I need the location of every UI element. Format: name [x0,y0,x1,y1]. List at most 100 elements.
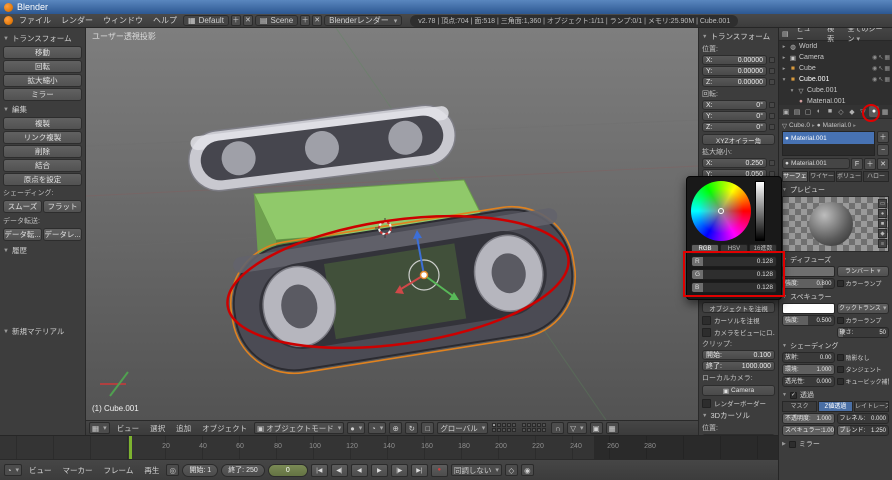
blue-slider[interactable]: B0.128 [691,282,777,293]
camera-to-view-checkbox[interactable]: カメラをビューにロ... [702,327,775,337]
current-frame-field[interactable]: 0 [268,464,308,477]
shade-smooth-button[interactable]: スムーズ [3,200,42,213]
layout-add-button[interactable]: ＋ [231,15,241,26]
outliner-row-material001[interactable]: ● Material.001 [779,96,892,105]
object-tab-icon[interactable]: ■ [825,106,835,117]
material-name-field[interactable]: ● Material.001 [782,158,850,169]
scene-tab-icon[interactable]: ▢ [803,106,813,117]
transparency-checkbox[interactable] [790,392,797,399]
specular-color-swatch[interactable] [782,303,835,314]
diffuse-color-swatch[interactable] [782,266,835,277]
manipulator-rotate-icon[interactable]: ↻ [405,422,418,434]
emit-slider[interactable]: 放射:0.00 [782,352,835,363]
shading-section-header[interactable]: シェーディング [782,341,889,351]
renderability-icon[interactable]: ▦ [884,76,890,83]
sync-mode-select[interactable]: 同調しない [451,464,502,476]
location-y-field[interactable]: Y:0.00000 [702,66,767,76]
layers-grid-1[interactable] [492,423,517,433]
preview-hair-icon[interactable]: ≡ [878,239,887,248]
specular-shader-select[interactable]: クックトランス [837,303,890,314]
rotation-y-field[interactable]: Y:0° [702,111,767,121]
green-slider[interactable]: G0.128 [691,269,777,280]
lock-icon[interactable] [769,79,775,85]
preview-range-icon[interactable]: ◎ [166,464,179,476]
transparency-raytrace-tab[interactable]: レイトレース [854,401,889,412]
vp-menu-add[interactable]: 追加 [172,423,195,434]
opengl-render-animation-icon[interactable]: ▦ [606,422,619,434]
outliner-row-cube[interactable]: ▸■ Cube ◉↖▦ [779,63,892,74]
mode-select[interactable]: ▣ オブジェクトモード [254,422,344,434]
specular-section-header[interactable]: スペキュラー [782,292,889,302]
slot-add-button[interactable]: ＋ [877,131,889,143]
picker-tab-hex[interactable]: 16進数 [749,244,777,254]
lock-to-object-field[interactable]: オブジェクトを注視 [702,302,775,313]
outliner-row-camera[interactable]: ▸▣ Camera ◉↖▦ [779,52,892,63]
new-material-button[interactable]: ＋ [864,158,876,170]
picker-tab-hsv[interactable]: HSV [720,244,748,254]
layout-delete-button[interactable]: ✕ [243,15,253,26]
unlink-material-button[interactable]: ✕ [877,158,889,170]
screen-layout-select[interactable]: ▦ Default [183,15,229,26]
play-button[interactable]: ▶ [371,464,388,477]
shadeless-checkbox[interactable]: 陰影なし [837,352,890,363]
render-tab-icon[interactable]: ▣ [781,106,791,117]
diffuse-section-header[interactable]: ディフューズ [782,255,889,265]
scale-x-field[interactable]: X:0.250 [702,158,767,168]
layers-grid-2[interactable] [522,423,547,433]
transparency-specular-slider[interactable]: スペキュラー:1.000 [782,425,835,436]
specular-intensity-slider[interactable]: 強度:0.500 [782,315,835,326]
rotation-x-field[interactable]: X:0° [702,100,767,110]
lock-icon[interactable] [769,102,775,108]
constraints-tab-icon[interactable]: ◇ [836,106,846,117]
renderability-icon[interactable]: ▦ [884,54,890,61]
menu-file[interactable]: ファイル [15,15,55,26]
diffuse-ramp-checkbox[interactable]: カラーランプ [837,278,890,289]
frame-start-field[interactable]: 開始:1 [182,464,218,477]
mirror-checkbox[interactable] [789,441,796,448]
value-slider[interactable] [755,181,765,241]
preview-sphere-icon[interactable]: ● [878,209,887,218]
breadcrumb-object[interactable]: Cube.0 [789,122,810,129]
snap-magnet-icon[interactable]: ∩ [551,422,564,434]
panel-edit-header[interactable]: 編集 [3,104,82,115]
translucency-slider[interactable]: 透光性:0.000 [782,376,835,387]
material-type-volume[interactable]: ボリュー [836,171,862,182]
ambient-slider[interactable]: 環境:1.000 [782,364,835,375]
frame-end-field[interactable]: 終了:250 [221,464,265,477]
timeline-ruler[interactable]: 20 40 60 80 100 120 140 160 180 200 220 … [0,435,778,459]
breadcrumb-material[interactable]: Material.0 [823,122,852,129]
menu-help[interactable]: ヘルプ [149,15,181,26]
titlebar[interactable]: Blender [0,0,892,14]
visibility-eye-icon[interactable]: ◉ [872,65,877,72]
texture-tab-icon[interactable]: ▦ [880,106,890,117]
render-border-checkbox[interactable]: レンダーボーダー [702,398,775,408]
mirror-button[interactable]: ミラー [3,88,82,101]
render-layers-tab-icon[interactable]: ▤ [792,106,802,117]
clip-end-field[interactable]: 終了:1000.000 [702,361,775,371]
outliner-row-cube001-data[interactable]: ▾▽ Cube.001 [779,85,892,96]
cubic-interpolation-checkbox[interactable]: キュービック補間 [837,376,890,387]
lock-icon[interactable] [769,57,775,63]
fake-user-button[interactable]: F [851,158,863,170]
data-tab-icon[interactable]: ▽ [858,106,868,117]
snap-element-select[interactable]: ▽ [567,422,586,434]
outliner-display-mode-select[interactable]: 全てのシーン [847,28,889,44]
mirror-section-header[interactable]: ミラー [782,439,889,449]
lock-icon[interactable] [769,113,775,119]
scene-delete-button[interactable]: ✕ [312,15,322,26]
move-button[interactable]: 移動 [3,46,82,59]
location-z-field[interactable]: Z:0.00000 [702,77,767,87]
menu-window[interactable]: ウィンドウ [99,15,147,26]
color-wheel[interactable] [691,181,751,241]
delete-button[interactable]: 削除 [3,145,82,158]
preview-monkey-icon[interactable]: ◆ [878,229,887,238]
npanel-transform-header[interactable]: トランスフォーム [702,31,775,42]
vp-menu-view[interactable]: ビュー [113,423,144,434]
previous-keyframe-button[interactable]: ◀| [331,464,348,477]
next-keyframe-button[interactable]: |▶ [391,464,408,477]
blender-app-icon[interactable] [4,16,13,25]
timeline-menu-playback[interactable]: 再生 [140,465,163,476]
renderability-icon[interactable]: ▦ [884,65,890,72]
outliner-row-cube001[interactable]: ▾■ Cube.001 ◉↖▦ [779,74,892,85]
diffuse-shader-select[interactable]: ランバート [837,266,890,277]
